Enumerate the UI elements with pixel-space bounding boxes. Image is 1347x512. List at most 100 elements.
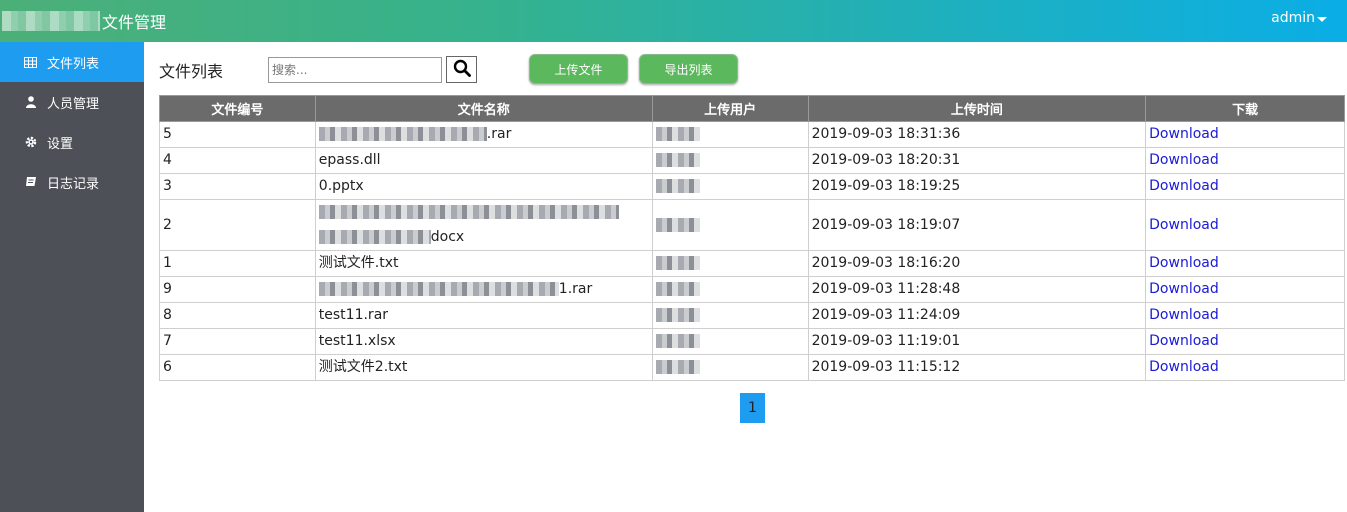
cell-download: Download xyxy=(1145,354,1345,381)
cell-file-name: test11.xlsx xyxy=(314,328,653,355)
cell-download: Download xyxy=(1145,199,1345,251)
download-link[interactable]: Download xyxy=(1149,126,1219,142)
username-label: admin xyxy=(1271,10,1315,26)
download-link[interactable]: Download xyxy=(1149,333,1219,349)
user-menu[interactable]: admin xyxy=(1271,10,1327,26)
cell-file-id: 1 xyxy=(159,250,316,277)
cell-download: Download xyxy=(1145,302,1345,329)
file-table: 文件编号 文件名称 上传用户 上传时间 下载 5 .rar 2019-09-03… xyxy=(159,95,1345,381)
cell-file-id: 4 xyxy=(159,147,316,174)
sidebar-item-label: 人员管理 xyxy=(47,96,100,112)
sidebar-item-settings[interactable]: 设置 xyxy=(0,122,144,162)
cell-upload-user xyxy=(651,173,809,200)
brand: 文件管理 xyxy=(0,0,166,42)
cell-file-id: 6 xyxy=(159,354,316,381)
redacted-username xyxy=(655,308,700,322)
cell-download: Download xyxy=(1145,276,1345,303)
redacted-username xyxy=(655,217,700,232)
pagination-page-1[interactable]: 1 xyxy=(740,393,765,423)
cell-upload-user xyxy=(651,276,809,303)
column-header-file-name: 文件名称 xyxy=(314,95,653,122)
cell-download: Download xyxy=(1145,173,1345,200)
sidebar-item-file-list[interactable]: 文件列表 xyxy=(0,42,144,82)
table-row: 6 测试文件2.txt 2019-09-03 11:15:12 Download xyxy=(159,354,1345,381)
redacted-text xyxy=(318,282,559,296)
sidebar: 文件列表 人员管理 设置 日志记录 xyxy=(0,42,144,512)
search-input[interactable] xyxy=(268,57,442,83)
column-header-upload-user: 上传用户 xyxy=(651,95,809,122)
cell-upload-user xyxy=(651,354,809,381)
cell-download: Download xyxy=(1145,250,1345,277)
redacted-text xyxy=(318,127,487,141)
cell-upload-user xyxy=(651,121,809,148)
redacted-username xyxy=(655,256,700,270)
cell-upload-time: 2019-09-03 18:20:31 xyxy=(807,147,1147,174)
cell-upload-time: 2019-09-03 11:28:48 xyxy=(807,276,1147,303)
cell-download: Download xyxy=(1145,328,1345,355)
cell-download: Download xyxy=(1145,147,1345,174)
table-header-row: 文件编号 文件名称 上传用户 上传时间 下载 xyxy=(159,95,1345,122)
cell-file-id: 3 xyxy=(159,173,316,200)
cell-upload-time: 2019-09-03 11:15:12 xyxy=(807,354,1147,381)
table-row: 5 .rar 2019-09-03 18:31:36 Download xyxy=(159,121,1345,148)
cell-upload-time: 2019-09-03 18:19:07 xyxy=(807,199,1147,251)
search-button[interactable] xyxy=(446,56,477,83)
sidebar-item-label: 设置 xyxy=(47,136,74,152)
page-title: 文件列表 xyxy=(159,62,224,81)
redacted-username xyxy=(655,179,700,193)
cell-file-name: 0.pptx xyxy=(314,173,653,200)
top-header: 文件管理 admin xyxy=(0,0,1347,42)
upload-file-button[interactable]: 上传文件 xyxy=(529,54,628,84)
cell-upload-time: 2019-09-03 18:31:36 xyxy=(807,121,1147,148)
redacted-username xyxy=(655,360,700,374)
cell-file-id: 9 xyxy=(159,276,316,303)
cell-upload-time: 2019-09-03 18:16:20 xyxy=(807,250,1147,277)
download-link[interactable]: Download xyxy=(1149,178,1219,194)
download-link[interactable]: Download xyxy=(1149,152,1219,168)
cell-file-id: 2 xyxy=(159,199,316,251)
cell-file-name: 测试文件2.txt xyxy=(314,354,653,381)
cell-upload-user xyxy=(651,199,809,251)
table-row: 7 test11.xlsx 2019-09-03 11:19:01 Downlo… xyxy=(159,328,1345,355)
cell-file-id: 7 xyxy=(159,328,316,355)
redacted-username xyxy=(655,282,700,296)
gear-icon xyxy=(24,136,37,149)
download-link[interactable]: Download xyxy=(1149,281,1219,297)
user-icon xyxy=(24,96,37,109)
search-icon xyxy=(453,59,471,81)
cell-upload-user xyxy=(651,147,809,174)
export-list-button[interactable]: 导出列表 xyxy=(639,54,738,84)
cell-file-id: 8 xyxy=(159,302,316,329)
cell-file-name: epass.dll xyxy=(314,147,653,174)
caret-down-icon xyxy=(1317,16,1327,22)
cell-file-name: docx xyxy=(314,199,653,251)
table-row: 9 1.rar 2019-09-03 11:28:48 Download xyxy=(159,276,1345,303)
download-link[interactable]: Download xyxy=(1149,217,1219,233)
sidebar-item-label: 文件列表 xyxy=(47,56,100,72)
cell-upload-user xyxy=(651,250,809,277)
column-header-file-id: 文件编号 xyxy=(159,95,316,122)
cell-file-id: 5 xyxy=(159,121,316,148)
column-header-download: 下载 xyxy=(1145,95,1345,122)
table-row: 3 0.pptx 2019-09-03 18:19:25 Download xyxy=(159,173,1345,200)
redacted-logo xyxy=(2,11,100,31)
sidebar-item-logs[interactable]: 日志记录 xyxy=(0,162,144,202)
cell-upload-time: 2019-09-03 11:24:09 xyxy=(807,302,1147,329)
download-link[interactable]: Download xyxy=(1149,359,1219,375)
book-icon xyxy=(24,176,37,189)
cell-upload-time: 2019-09-03 11:19:01 xyxy=(807,328,1147,355)
cell-download: Download xyxy=(1145,121,1345,148)
cell-file-name: test11.rar xyxy=(314,302,653,329)
redacted-username xyxy=(655,127,700,141)
table-row: 2 docx 2019-09-03 18:19:07 Download xyxy=(159,199,1345,251)
download-link[interactable]: Download xyxy=(1149,307,1219,323)
cell-upload-time: 2019-09-03 18:19:25 xyxy=(807,173,1147,200)
sidebar-item-label: 日志记录 xyxy=(47,176,100,192)
redacted-username xyxy=(655,153,700,167)
redacted-username xyxy=(655,334,700,348)
sidebar-item-personnel[interactable]: 人员管理 xyxy=(0,82,144,122)
cell-upload-user xyxy=(651,328,809,355)
table-row: 4 epass.dll 2019-09-03 18:20:31 Download xyxy=(159,147,1345,174)
cell-file-name: .rar xyxy=(314,121,653,148)
download-link[interactable]: Download xyxy=(1149,255,1219,271)
